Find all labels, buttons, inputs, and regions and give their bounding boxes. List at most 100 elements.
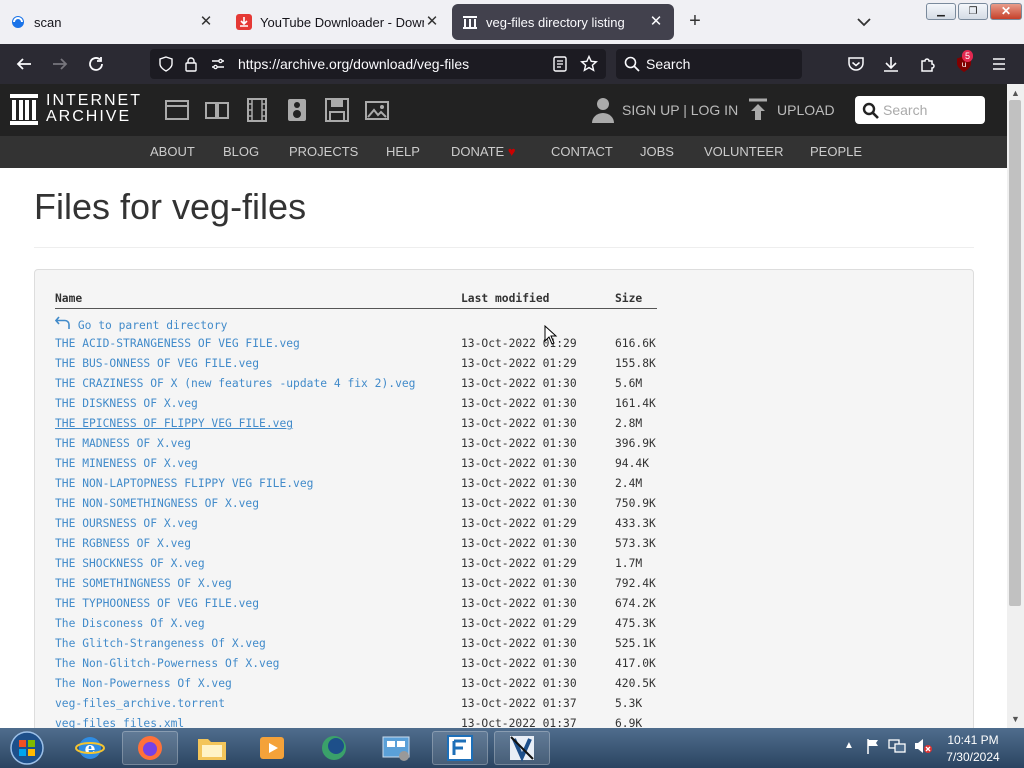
file-link[interactable]: The Glitch-Strangeness Of X.veg <box>55 637 266 650</box>
tab-youtube-downloader[interactable]: YouTube Downloader - Downlo ✕ <box>226 4 450 40</box>
audio-icon[interactable] <box>285 98 309 122</box>
file-size: 616.6K <box>615 337 656 350</box>
show-hidden-icons-icon[interactable]: ▲ <box>844 740 854 751</box>
pocket-icon[interactable] <box>845 53 867 75</box>
back-arrow-icon[interactable] <box>13 53 35 75</box>
file-row: THE SHOCKNESS OF X.veg 13-Oct-2022 01:29 1… <box>55 557 695 577</box>
file-link[interactable]: THE OURSNESS OF X.veg <box>55 517 198 530</box>
lock-icon[interactable] <box>184 56 198 77</box>
internet-explorer-icon[interactable]: e <box>62 731 118 765</box>
media-player-icon[interactable] <box>244 731 300 765</box>
file-link[interactable]: THE SOMETHINGNESS OF X.veg <box>55 577 232 590</box>
chat-app-icon[interactable] <box>306 731 362 765</box>
file-link[interactable]: veg-files_archive.torrent <box>55 697 225 710</box>
close-tab-icon[interactable]: ✕ <box>648 14 664 30</box>
tab-scan[interactable]: scan ✕ <box>0 4 224 40</box>
file-link[interactable]: THE NON-LAPTOPNESS FLIPPY VEG FILE.veg <box>55 477 313 490</box>
chevron-down-icon[interactable] <box>854 12 874 32</box>
nav-volunteer[interactable]: VOLUNTEER <box>704 144 783 159</box>
reload-icon[interactable] <box>85 53 107 75</box>
action-center-flag-icon[interactable] <box>866 738 880 759</box>
parent-directory-link[interactable]: Go to parent directory <box>54 316 227 332</box>
web-icon[interactable] <box>165 98 189 122</box>
start-button[interactable] <box>0 731 54 765</box>
column-header-size[interactable]: Size <box>615 292 642 305</box>
upload-icon[interactable] <box>748 98 768 127</box>
file-modified: 13-Oct-2022 01:30 <box>461 417 577 430</box>
clock-date[interactable]: 7/30/2024 <box>940 750 1006 764</box>
file-modified: 13-Oct-2022 01:29 <box>461 557 577 570</box>
file-link[interactable]: THE ACID-STRANGENESS OF VEG FILE.veg <box>55 337 300 350</box>
upload-link[interactable]: UPLOAD <box>777 102 835 118</box>
navigation-toolbar: https://archive.org/download/veg-files S… <box>0 44 1024 84</box>
file-link[interactable]: THE BUS-ONNESS OF VEG FILE.veg <box>55 357 259 370</box>
firefox-taskbar-icon[interactable] <box>122 731 178 765</box>
minimize-window-button[interactable]: ▁ <box>926 3 956 20</box>
file-row: veg-files_files.xml 13-Oct-2022 01:37 6.9K <box>55 717 695 728</box>
site-search-input[interactable]: Search <box>855 96 985 124</box>
images-icon[interactable] <box>365 98 389 122</box>
scroll-down-icon[interactable]: ▼ <box>1009 713 1022 726</box>
bookmark-star-icon[interactable] <box>580 54 598 78</box>
close-tab-icon[interactable]: ✕ <box>424 14 440 30</box>
signup-login-link[interactable]: SIGN UP | LOG IN <box>622 102 738 118</box>
file-explorer-icon[interactable] <box>184 731 240 765</box>
maximize-window-button[interactable]: ❐ <box>958 3 988 20</box>
address-bar[interactable]: https://archive.org/download/veg-files <box>150 49 606 79</box>
nav-help[interactable]: HELP <box>386 144 420 159</box>
nav-people[interactable]: PEOPLE <box>810 144 862 159</box>
column-header-name[interactable]: Name <box>55 292 82 305</box>
file-modified: 13-Oct-2022 01:30 <box>461 677 577 690</box>
nav-contact[interactable]: CONTACT <box>551 144 613 159</box>
close-tab-icon[interactable]: ✕ <box>198 14 214 30</box>
new-tab-icon[interactable]: + <box>684 10 706 32</box>
forward-arrow-icon[interactable] <box>49 53 71 75</box>
file-link[interactable]: The Disconess Of X.veg <box>55 617 205 630</box>
nav-jobs[interactable]: JOBS <box>640 144 674 159</box>
nav-projects[interactable]: PROJECTS <box>289 144 358 159</box>
close-window-button[interactable]: ✕ <box>990 3 1022 20</box>
internet-archive-logo-icon[interactable] <box>10 94 38 131</box>
reader-view-icon[interactable] <box>552 56 568 77</box>
site-logo-text[interactable]: INTERNET ARCHIVE <box>46 93 142 125</box>
video-icon[interactable] <box>245 98 269 122</box>
file-link[interactable]: THE TYPHOONESS OF VEG FILE.veg <box>55 597 259 610</box>
menu-hamburger-icon[interactable] <box>988 53 1010 75</box>
tab-veg-files[interactable]: veg-files directory listing ✕ <box>452 4 674 40</box>
volume-muted-icon[interactable] <box>914 738 932 759</box>
editor-app-icon[interactable] <box>432 731 488 765</box>
file-link[interactable]: THE SHOCKNESS OF X.veg <box>55 557 205 570</box>
scrollbar-thumb[interactable] <box>1009 100 1021 606</box>
file-row: THE CRAZINESS OF X (new features -update… <box>55 377 695 397</box>
permissions-icon[interactable] <box>210 56 226 77</box>
software-icon[interactable] <box>325 98 349 122</box>
texts-icon[interactable] <box>205 98 229 122</box>
file-link[interactable]: THE EPICNESS OF FLIPPY VEG FILE.veg <box>55 417 293 430</box>
control-panel-icon[interactable] <box>368 731 424 765</box>
clock-time[interactable]: 10:41 PM <box>940 733 1006 747</box>
extensions-icon[interactable] <box>917 53 939 75</box>
scroll-up-icon[interactable]: ▲ <box>1009 87 1022 100</box>
file-size: 417.0K <box>615 657 656 670</box>
column-header-modified[interactable]: Last modified <box>461 292 549 305</box>
file-link[interactable]: THE MINENESS OF X.veg <box>55 457 198 470</box>
file-size: 94.4K <box>615 457 650 470</box>
file-link[interactable]: THE CRAZINESS OF X (new features -update… <box>55 377 415 390</box>
file-link[interactable]: THE RGBNESS OF X.veg <box>55 537 191 550</box>
shield-icon[interactable] <box>158 56 174 77</box>
downloads-icon[interactable] <box>880 53 902 75</box>
file-link[interactable]: THE NON-SOMETHINGNESS OF X.veg <box>55 497 259 510</box>
nav-blog[interactable]: BLOG <box>223 144 259 159</box>
vegas-app-icon[interactable] <box>494 731 550 765</box>
file-link[interactable]: The Non-Glitch-Powerness Of X.veg <box>55 657 279 670</box>
network-icon[interactable] <box>888 738 906 759</box>
file-link[interactable]: The Non-Powerness Of X.veg <box>55 677 232 690</box>
file-link[interactable]: THE DISKNESS OF X.veg <box>55 397 198 410</box>
nav-about[interactable]: ABOUT <box>150 144 195 159</box>
file-link[interactable]: THE MADNESS OF X.veg <box>55 437 191 450</box>
file-size: 6.9K <box>615 717 643 728</box>
user-icon[interactable] <box>592 97 614 128</box>
file-link[interactable]: veg-files_files.xml <box>55 717 184 728</box>
browser-search-input[interactable]: Search <box>616 49 802 79</box>
nav-donate[interactable]: DONATE ♥ <box>451 144 516 159</box>
